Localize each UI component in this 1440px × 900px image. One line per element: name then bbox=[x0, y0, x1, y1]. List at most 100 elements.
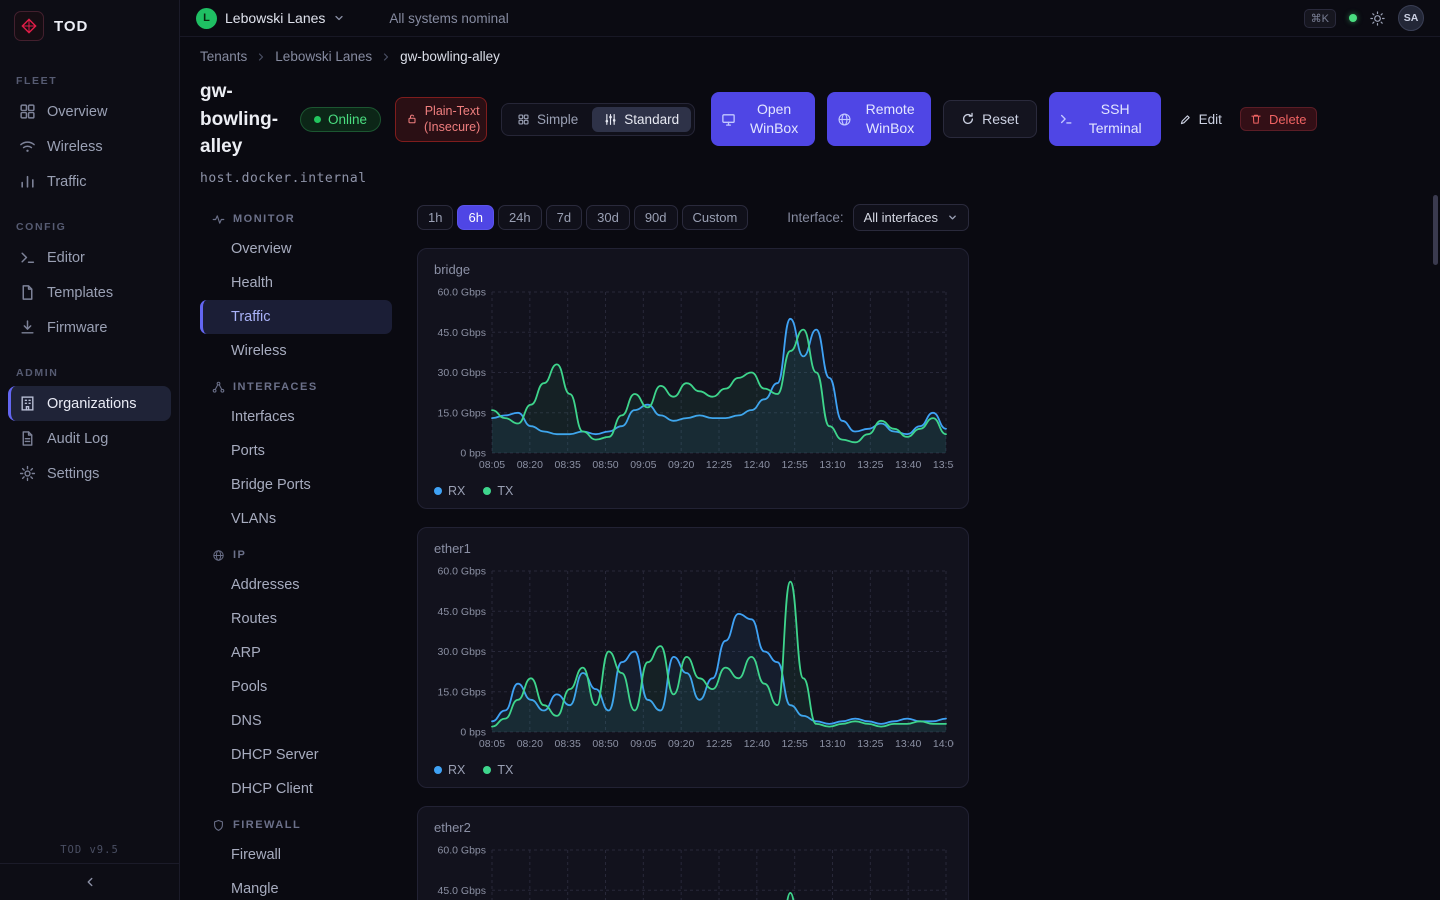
view-mode-simple-label: Simple bbox=[537, 112, 578, 127]
sidebar-item-firmware[interactable]: Firmware bbox=[0, 310, 179, 345]
chevron-down-icon bbox=[333, 12, 345, 24]
breadcrumb-tenants[interactable]: Tenants bbox=[200, 49, 247, 64]
bar-chart-icon bbox=[19, 173, 36, 190]
svg-text:15.0 Gbps: 15.0 Gbps bbox=[438, 686, 486, 698]
subnav-item-interfaces[interactable]: Interfaces bbox=[200, 400, 392, 434]
range-24h-button[interactable]: 24h bbox=[498, 205, 542, 230]
chevron-right-icon bbox=[255, 51, 267, 63]
subnav-item-dhcp-client[interactable]: DHCP Client bbox=[200, 772, 392, 806]
online-dot-icon bbox=[314, 116, 321, 123]
sidebar-collapse-button[interactable] bbox=[0, 863, 179, 900]
subnav-item-pools[interactable]: Pools bbox=[200, 670, 392, 704]
svg-text:13:25: 13:25 bbox=[857, 459, 883, 471]
svg-text:13:10: 13:10 bbox=[819, 459, 845, 471]
sidebar-item-overview[interactable]: Overview bbox=[0, 94, 179, 129]
subnav-section-firewall: FIREWALL bbox=[212, 819, 392, 832]
range-1h-button[interactable]: 1h bbox=[417, 205, 453, 230]
legend-rx[interactable]: RX bbox=[434, 763, 465, 777]
tenant-switcher[interactable]: L Lebowski Lanes bbox=[196, 8, 345, 29]
range-30d-button[interactable]: 30d bbox=[586, 205, 630, 230]
range-custom-button[interactable]: Custom bbox=[682, 205, 749, 230]
interface-filter: Interface: All interfaces bbox=[787, 204, 969, 231]
svg-text:13:40: 13:40 bbox=[895, 738, 921, 750]
subnav-item-overview[interactable]: Overview bbox=[200, 232, 392, 266]
subnav-item-bridge-ports[interactable]: Bridge Ports bbox=[200, 468, 392, 502]
legend-tx[interactable]: TX bbox=[483, 763, 513, 777]
building-icon bbox=[19, 395, 36, 412]
svg-text:13:10: 13:10 bbox=[819, 738, 845, 750]
topbar: L Lebowski Lanes All systems nominal ⌘K … bbox=[180, 0, 1440, 37]
open-winbox-button[interactable]: Open WinBox bbox=[711, 92, 815, 146]
remote-winbox-button[interactable]: Remote WinBox bbox=[827, 92, 931, 146]
traffic-chart-ether1[interactable]: 60.0 Gbps45.0 Gbps30.0 Gbps15.0 Gbps0 bp… bbox=[434, 564, 954, 756]
svg-text:45.0 Gbps: 45.0 Gbps bbox=[438, 326, 486, 338]
edit-button[interactable]: Edit bbox=[1173, 108, 1228, 131]
user-avatar[interactable]: SA bbox=[1398, 5, 1424, 31]
interface-select[interactable]: All interfaces bbox=[853, 204, 969, 231]
view-mode-standard[interactable]: Standard bbox=[592, 107, 691, 132]
tenant-name: Lebowski Lanes bbox=[225, 10, 325, 26]
app-logo[interactable]: TOD bbox=[0, 0, 179, 53]
theme-toggle-icon[interactable] bbox=[1370, 11, 1385, 26]
page-content: Tenants Lebowski Lanes gw-bowling-alley … bbox=[180, 37, 1440, 900]
subnav-item-vlans[interactable]: VLANs bbox=[200, 502, 392, 536]
legend-tx-label: TX bbox=[497, 484, 513, 498]
subnav-item-mangle[interactable]: Mangle bbox=[200, 872, 392, 900]
subnav-item-health[interactable]: Health bbox=[200, 266, 392, 300]
svg-text:09:05: 09:05 bbox=[630, 738, 656, 750]
range-7d-button[interactable]: 7d bbox=[546, 205, 582, 230]
breadcrumb-tenant-name[interactable]: Lebowski Lanes bbox=[275, 49, 372, 64]
subnav-item-dhcp-server[interactable]: DHCP Server bbox=[200, 738, 392, 772]
chart-title: ether1 bbox=[434, 541, 952, 556]
app-root: TOD FLEET Overview Wireless Traffic CONF… bbox=[0, 0, 1440, 900]
svg-text:13:55: 13:55 bbox=[933, 459, 954, 471]
subnav-item-ports[interactable]: Ports bbox=[200, 434, 392, 468]
device-actions: Open WinBox Remote WinBox Reset bbox=[711, 92, 1316, 146]
network-icon bbox=[212, 381, 225, 394]
subnav-item-wireless[interactable]: Wireless bbox=[200, 334, 392, 368]
refresh-icon bbox=[961, 112, 975, 126]
device-body: MONITOR Overview Health Traffic Wireless… bbox=[200, 200, 1440, 900]
reset-button[interactable]: Reset bbox=[943, 100, 1037, 138]
svg-text:08:35: 08:35 bbox=[555, 459, 581, 471]
legend-tx[interactable]: TX bbox=[483, 484, 513, 498]
traffic-chart-ether2[interactable]: 60.0 Gbps45.0 Gbps30.0 Gbps15.0 Gbps0 bp… bbox=[434, 843, 954, 900]
sidebar-item-traffic[interactable]: Traffic bbox=[0, 164, 179, 199]
open-winbox-label: Open WinBox bbox=[743, 100, 805, 138]
scrollbar-thumb[interactable] bbox=[1433, 195, 1438, 265]
command-palette-shortcut[interactable]: ⌘K bbox=[1304, 9, 1336, 28]
device-host: host.docker.internal bbox=[200, 171, 1440, 186]
ssh-terminal-button[interactable]: SSH Terminal bbox=[1049, 92, 1161, 146]
subnav-item-dns[interactable]: DNS bbox=[200, 704, 392, 738]
sidebar-item-editor[interactable]: Editor bbox=[0, 240, 179, 275]
subnav-item-arp[interactable]: ARP bbox=[200, 636, 392, 670]
doc-icon bbox=[19, 430, 36, 447]
chart-legend: RX TX bbox=[434, 763, 952, 777]
svg-text:08:35: 08:35 bbox=[555, 738, 581, 750]
svg-text:14:00: 14:00 bbox=[933, 738, 954, 750]
chart-title: bridge bbox=[434, 262, 952, 277]
range-6h-button[interactable]: 6h bbox=[457, 205, 493, 230]
subnav-item-routes[interactable]: Routes bbox=[200, 602, 392, 636]
sidebar-item-wireless[interactable]: Wireless bbox=[0, 129, 179, 164]
sidebar-item-organizations[interactable]: Organizations bbox=[8, 386, 171, 421]
legend-rx[interactable]: RX bbox=[434, 484, 465, 498]
sidebar-item-templates[interactable]: Templates bbox=[0, 275, 179, 310]
range-90d-button[interactable]: 90d bbox=[634, 205, 678, 230]
svg-text:30.0 Gbps: 30.0 Gbps bbox=[438, 646, 486, 658]
sidebar-item-settings[interactable]: Settings bbox=[0, 456, 179, 491]
chevron-left-icon bbox=[83, 875, 97, 889]
subnav-item-addresses[interactable]: Addresses bbox=[200, 568, 392, 602]
app-name: TOD bbox=[54, 18, 88, 35]
subnav-item-firewall[interactable]: Firewall bbox=[200, 838, 392, 872]
subnav-item-traffic[interactable]: Traffic bbox=[200, 300, 392, 334]
chevron-right-icon bbox=[380, 51, 392, 63]
view-mode-simple[interactable]: Simple bbox=[505, 107, 590, 132]
sidebar-item-label: Wireless bbox=[47, 139, 103, 155]
svg-text:0 bps: 0 bps bbox=[460, 726, 486, 738]
sidebar-item-audit-log[interactable]: Audit Log bbox=[0, 421, 179, 456]
delete-button[interactable]: Delete bbox=[1240, 107, 1317, 131]
traffic-chart-bridge[interactable]: 60.0 Gbps45.0 Gbps30.0 Gbps15.0 Gbps0 bp… bbox=[434, 285, 954, 477]
svg-text:12:40: 12:40 bbox=[744, 738, 770, 750]
wifi-icon bbox=[19, 138, 36, 155]
